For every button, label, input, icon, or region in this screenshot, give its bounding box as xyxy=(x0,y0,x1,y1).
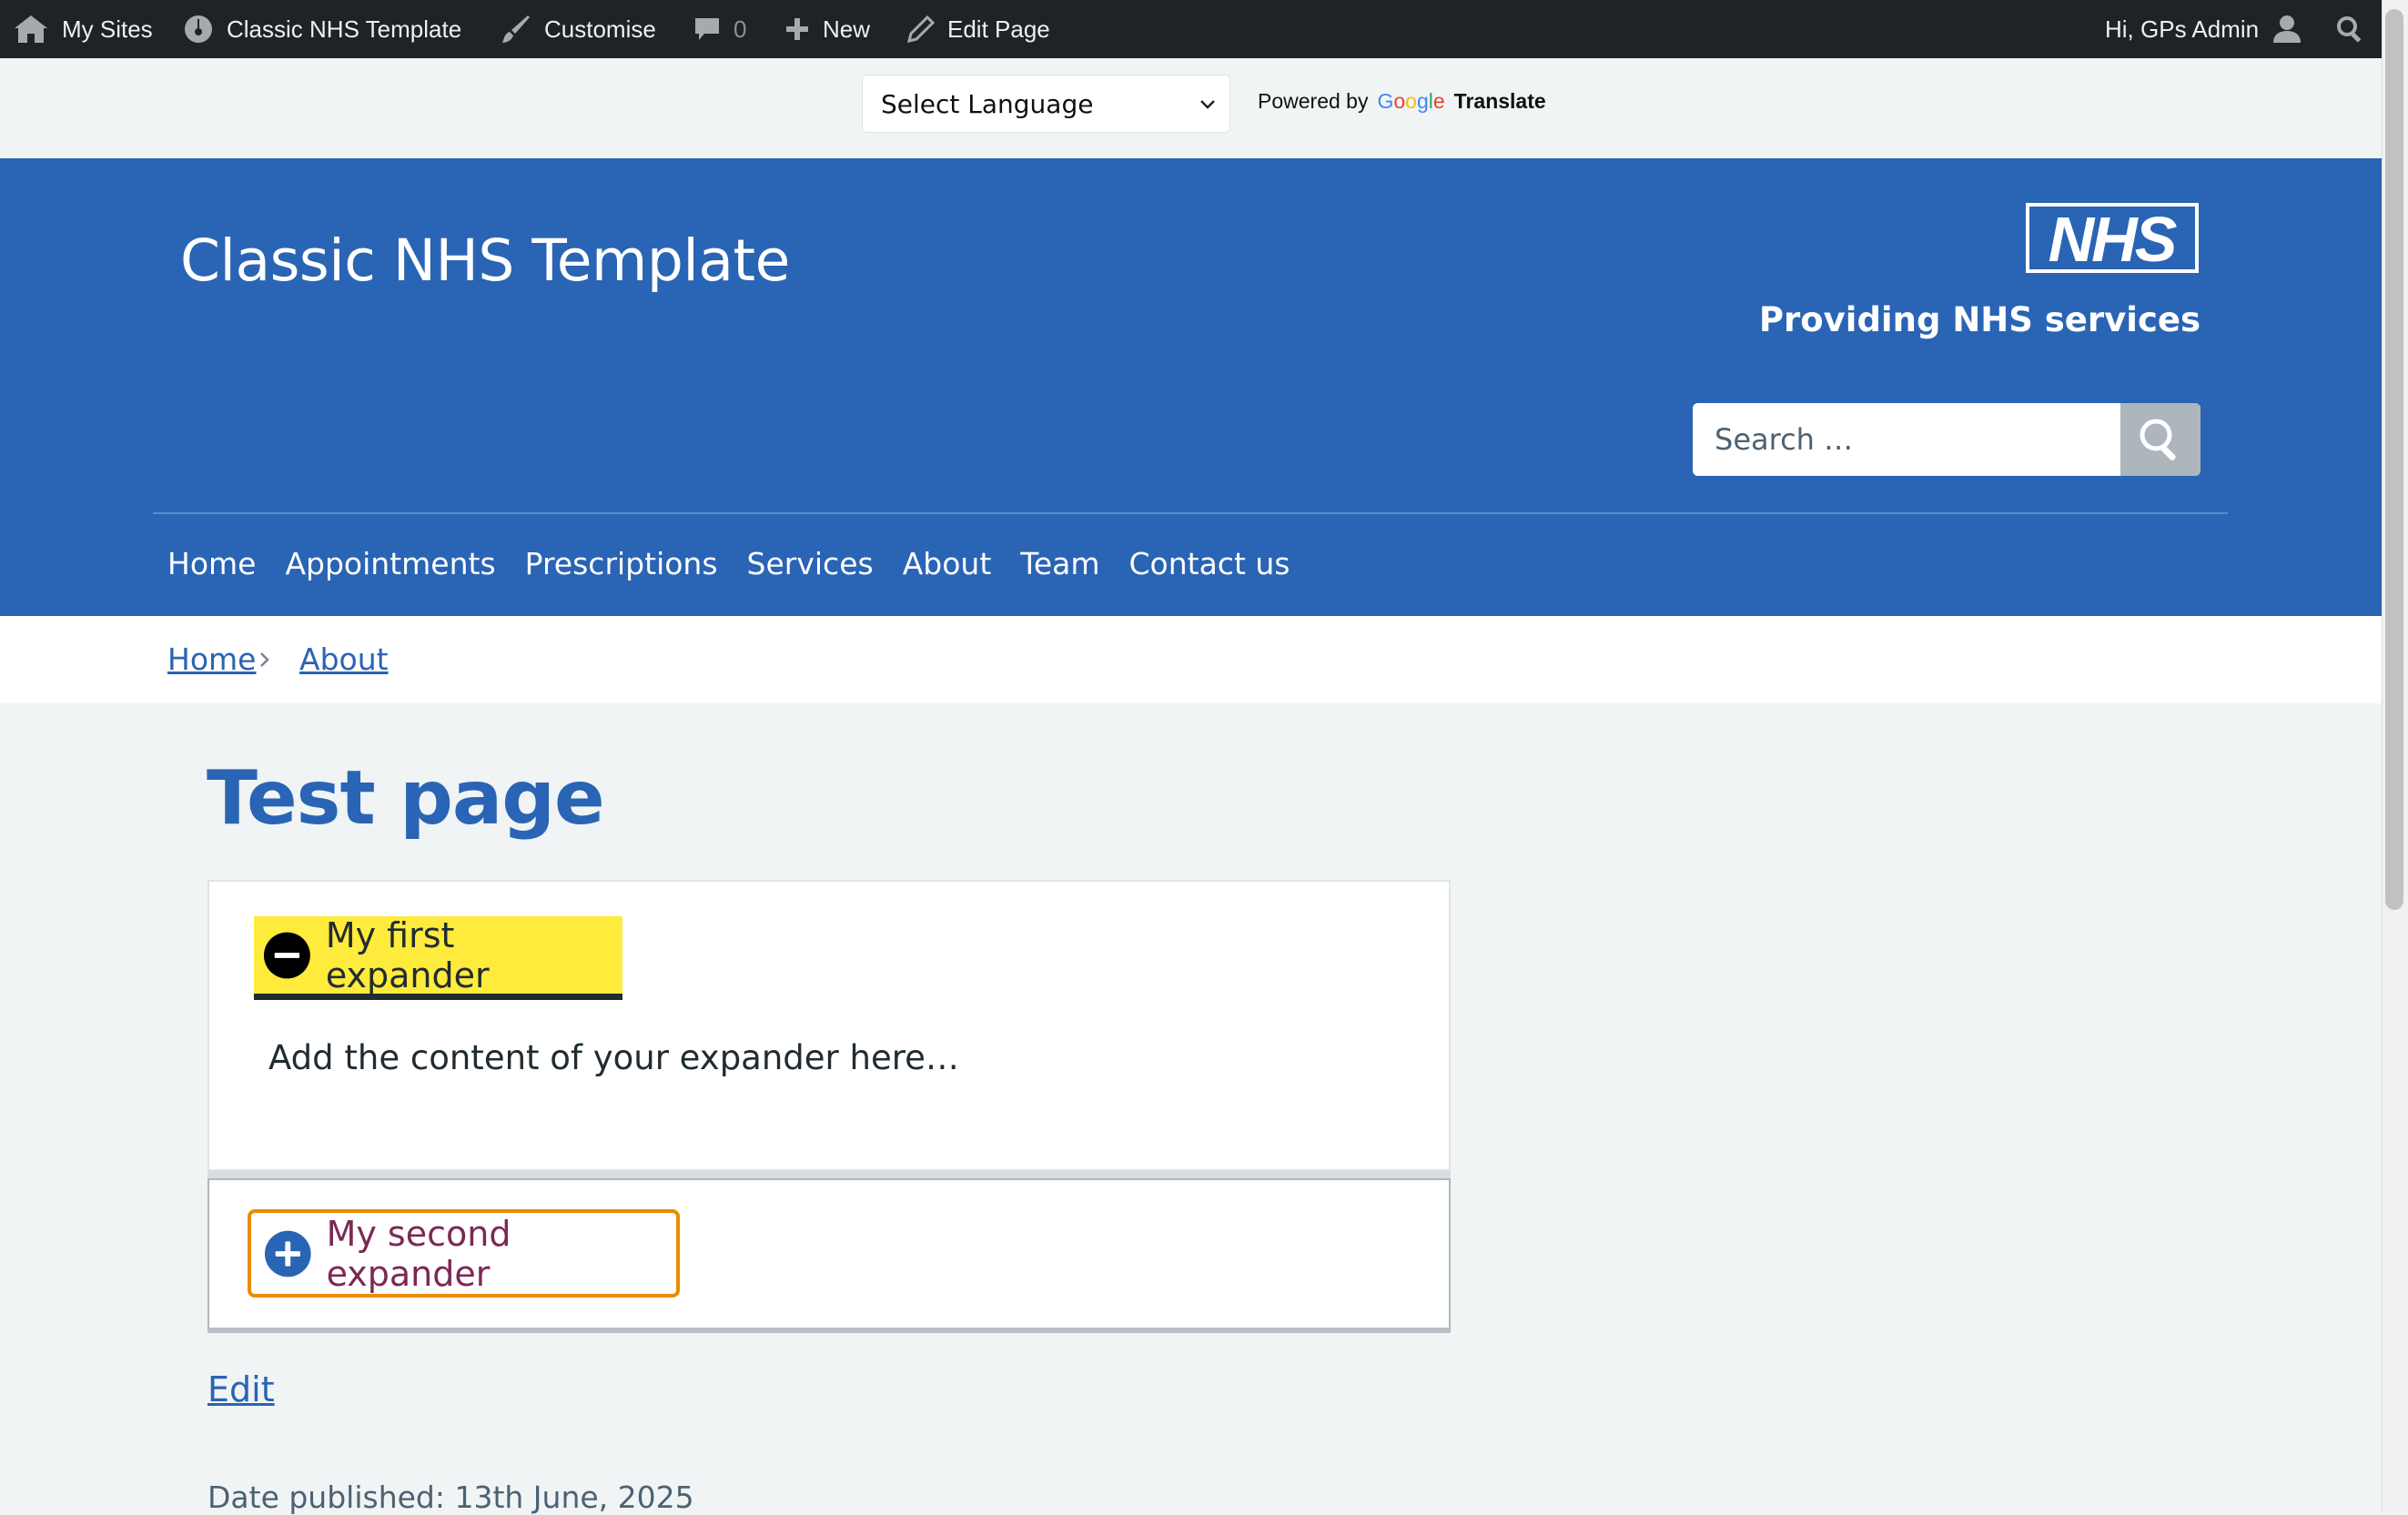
primary-nav: Home Appointments Prescriptions Services… xyxy=(167,546,1320,581)
admin-bar: My Sites Classic NHS Template Customise … xyxy=(0,0,2382,58)
page-title: Test page xyxy=(207,755,605,842)
expander-second-label: My second expander xyxy=(326,1213,511,1294)
nav-item-contact-us[interactable]: Contact us xyxy=(1129,546,1290,581)
user-avatar-icon xyxy=(2273,15,2302,43)
my-sites-icon xyxy=(15,15,47,43)
breadcrumb-about[interactable]: About xyxy=(299,641,389,677)
nhs-logo[interactable]: NHS xyxy=(2026,203,2199,273)
breadcrumb: Home About xyxy=(0,616,2382,703)
translate-bar: Select Language Powered by Google Transl… xyxy=(0,58,2382,158)
comments-link[interactable]: 0 xyxy=(693,0,746,58)
search-submit-button[interactable] xyxy=(2120,403,2201,476)
search-icon xyxy=(2337,16,2362,43)
greeting-label: Hi, GPs Admin xyxy=(2105,15,2260,43)
edit-page-label: Edit Page xyxy=(947,15,1050,43)
chevron-right-icon xyxy=(260,652,269,667)
nav-item-about[interactable]: About xyxy=(903,546,992,581)
language-select-label: Select Language xyxy=(881,88,1094,119)
comments-count: 0 xyxy=(734,15,747,43)
expander-first-summary[interactable]: My first expander xyxy=(254,914,622,1000)
expander-second-summary[interactable]: My second expander xyxy=(248,1209,680,1298)
comment-icon xyxy=(695,18,719,40)
my-sites-label: My Sites xyxy=(62,15,153,43)
header-search xyxy=(1693,403,2201,476)
account-menu[interactable]: Hi, GPs Admin xyxy=(2105,0,2302,58)
brush-icon xyxy=(502,15,530,43)
customise-link[interactable]: Customise xyxy=(501,0,656,58)
powered-by-label: Powered by xyxy=(1258,89,1369,113)
dashboard-icon xyxy=(185,15,212,43)
date-published: Date published: 13th June, 2025 xyxy=(207,1480,694,1515)
breadcrumb-home[interactable]: Home xyxy=(167,641,256,677)
chevron-down-icon xyxy=(1200,100,1215,109)
search-input[interactable] xyxy=(1693,403,2120,476)
language-select[interactable]: Select Language xyxy=(862,75,1230,133)
nav-item-appointments[interactable]: Appointments xyxy=(285,546,495,581)
customise-label: Customise xyxy=(544,15,656,43)
site-name-label: Classic NHS Template xyxy=(227,15,462,43)
nav-item-services[interactable]: Services xyxy=(747,546,874,581)
powered-by-google[interactable]: Powered by Google Translate xyxy=(1258,89,1546,114)
site-tagline: Providing NHS services xyxy=(1758,300,2201,339)
admin-search-button[interactable] xyxy=(2335,0,2364,58)
new-content-menu[interactable]: New xyxy=(784,0,870,58)
site-header: Classic NHS Template NHS Providing NHS s… xyxy=(0,158,2382,616)
google-logo: Google xyxy=(1377,89,1445,113)
expander-first-content: Add the content of your expander here… xyxy=(268,1038,959,1077)
nav-item-home[interactable]: Home xyxy=(167,546,256,581)
edit-page-link[interactable]: Edit Page xyxy=(907,0,1050,58)
nav-item-prescriptions[interactable]: Prescriptions xyxy=(525,546,718,581)
new-label: New xyxy=(823,15,871,43)
minus-circle-icon xyxy=(263,932,310,978)
plus-circle-icon xyxy=(264,1230,311,1277)
header-divider xyxy=(153,512,2228,514)
site-name-menu[interactable]: Classic NHS Template xyxy=(183,0,461,58)
expander-first: My first expander Add the content of you… xyxy=(207,880,1451,1171)
scrollbar-thumb[interactable] xyxy=(2385,9,2403,910)
edit-link[interactable]: Edit xyxy=(207,1369,275,1409)
expander-second: My second expander xyxy=(207,1178,1451,1333)
expander-first-label: My first expander xyxy=(325,914,490,995)
translate-label: Translate xyxy=(1453,89,1546,113)
nav-item-team[interactable]: Team xyxy=(1020,546,1099,581)
pencil-icon xyxy=(907,15,935,43)
plus-icon xyxy=(786,18,808,40)
my-sites-menu[interactable]: My Sites xyxy=(13,0,153,58)
svg-text:NHS: NHS xyxy=(2049,204,2177,273)
expander-divider xyxy=(207,1171,1451,1178)
search-icon xyxy=(2140,419,2176,460)
site-title[interactable]: Classic NHS Template xyxy=(180,227,790,294)
